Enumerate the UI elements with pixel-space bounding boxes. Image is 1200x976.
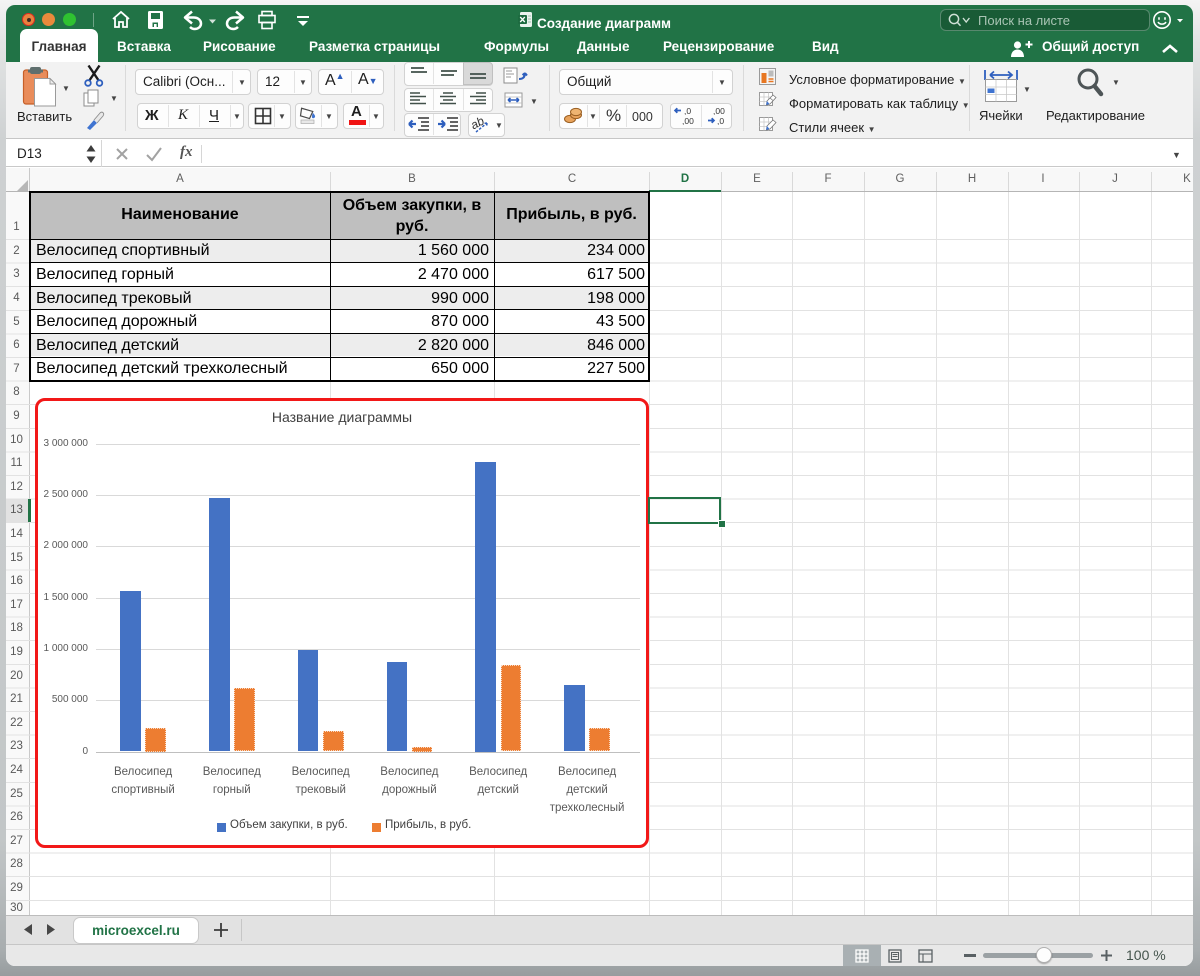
svg-text:,00: ,00 xyxy=(713,106,725,116)
svg-text:,0: ,0 xyxy=(684,106,691,116)
svg-text:,00: ,00 xyxy=(682,116,694,126)
svg-text:,0: ,0 xyxy=(717,116,724,126)
